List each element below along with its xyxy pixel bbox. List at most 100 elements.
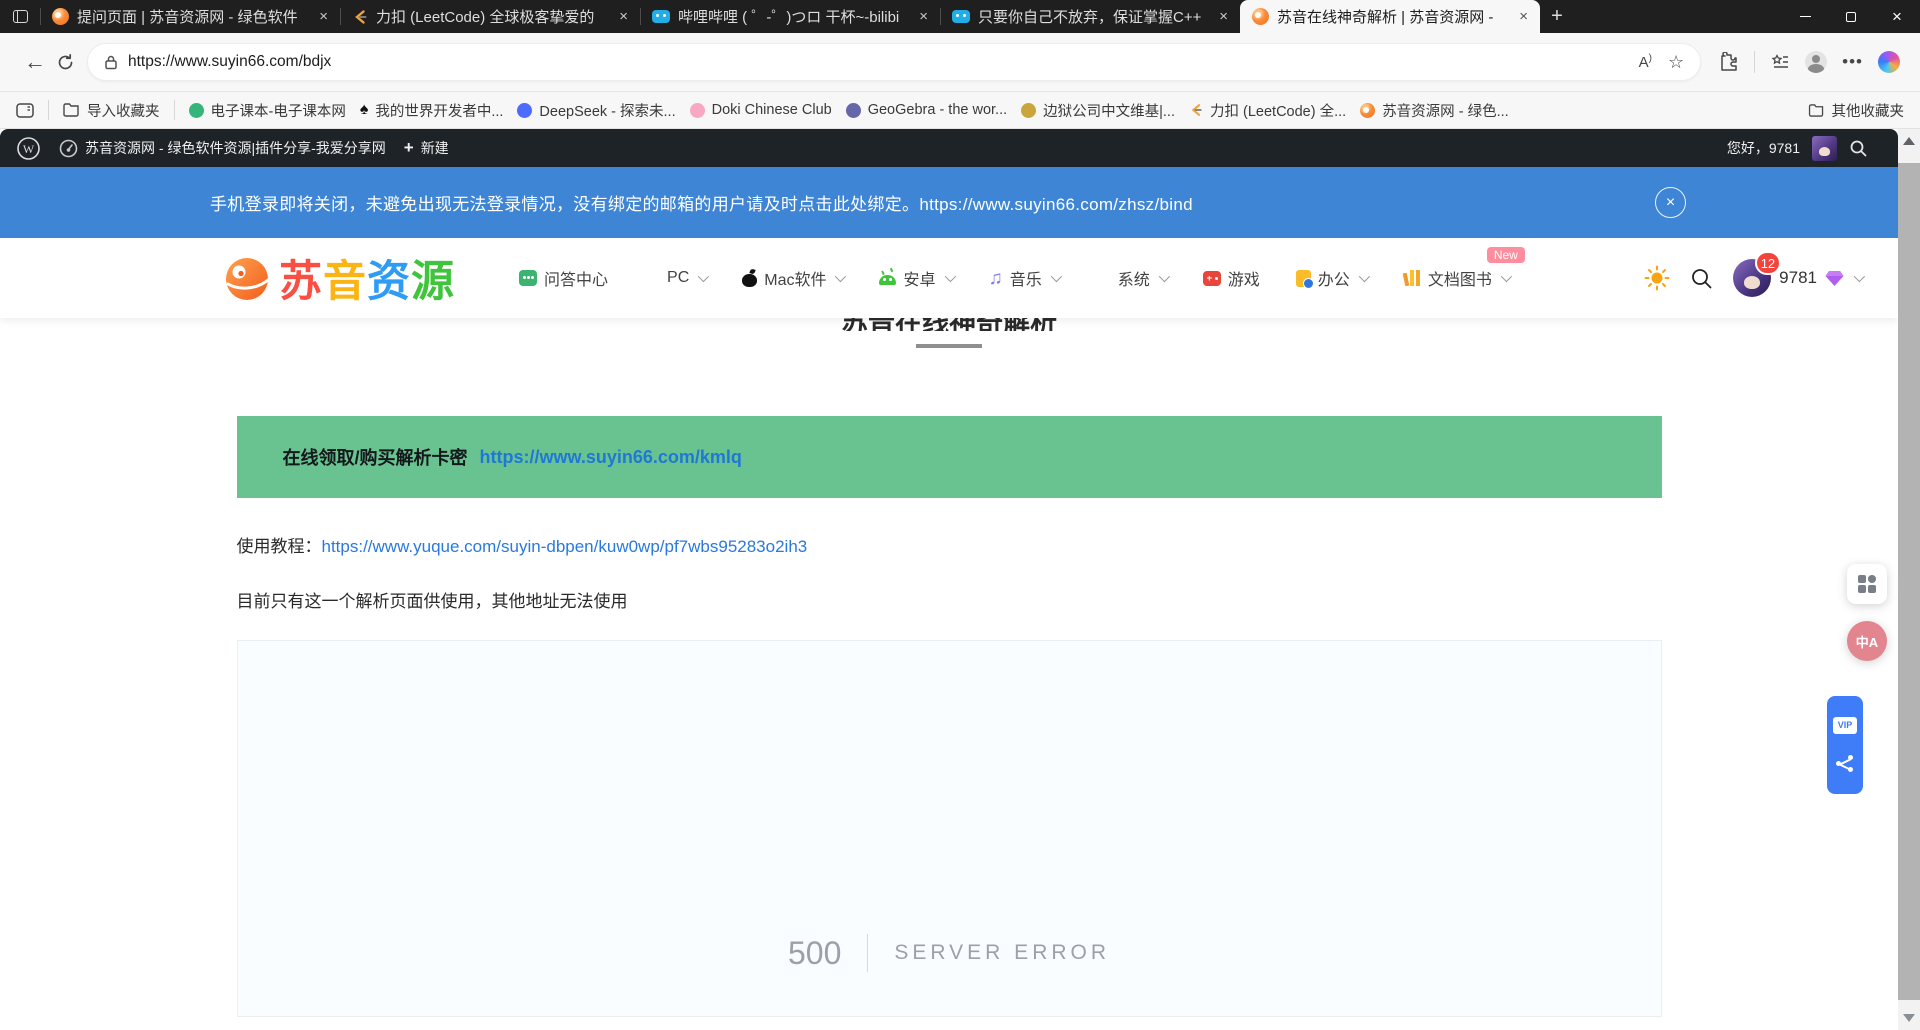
bookmarks-divider: [48, 100, 49, 120]
bookmark-item[interactable]: ♠ 我的世界开发者中...: [360, 100, 504, 121]
nav-item-android[interactable]: 安卓: [879, 266, 952, 290]
nav-label: PC: [667, 269, 689, 287]
back-button[interactable]: ←: [14, 49, 56, 75]
browser-tab-active[interactable]: 苏音在线神奇解析 | 苏音资源网 - ×: [1240, 0, 1540, 33]
browser-tab-1[interactable]: 提问页面 | 苏音资源网 - 绿色软件 ×: [40, 0, 340, 33]
notice-text: 手机登录即将关闭，未避免出现无法登录情况，没有绑定的邮箱的用户请及时点击此处绑定…: [210, 190, 1193, 215]
sidebar-panel-icon[interactable]: [16, 103, 34, 118]
bookmark-item[interactable]: DeepSeek - 探索未...: [517, 100, 675, 121]
share-icon[interactable]: [1836, 755, 1854, 773]
url-text[interactable]: https://www.suyin66.com/bdjx: [128, 53, 1629, 71]
bookmark-item[interactable]: Doki Chinese Club: [690, 102, 832, 118]
tab-close-icon[interactable]: ×: [1516, 8, 1531, 25]
tab-title: 苏音在线神奇解析 | 苏音资源网 -: [1277, 6, 1508, 27]
widget-grid-button[interactable]: [1847, 564, 1887, 604]
bookmark-item[interactable]: 苏音资源网 - 绿色...: [1360, 100, 1508, 121]
close-window-button[interactable]: ×: [1874, 0, 1920, 33]
wordpress-logo-icon[interactable]: W: [16, 136, 41, 161]
suyin-favicon-icon: [1252, 8, 1269, 25]
wp-avatar[interactable]: [1812, 136, 1837, 161]
theme-sun-icon[interactable]: [1644, 265, 1670, 291]
copilot-icon[interactable]: [1878, 51, 1900, 73]
site-logo[interactable]: 苏音资源: [220, 247, 455, 309]
nav-item-music[interactable]: ♫ 音乐: [989, 266, 1059, 290]
browser-tab-4[interactable]: 只要你自己不放弃，保证掌握C++ ×: [940, 0, 1240, 33]
vip-badge-icon[interactable]: VIP: [1833, 717, 1857, 734]
wp-admin-bar: W 苏音资源网 - 绿色软件资源|插件分享-我爱分享网 + 新建 您好，9781: [0, 129, 1898, 167]
nav-item-mac[interactable]: Mac软件: [742, 266, 843, 290]
new-tab-button[interactable]: +: [1540, 0, 1574, 33]
tab-close-icon[interactable]: ×: [916, 8, 931, 25]
tutorial-line: 使用教程：https://www.yuque.com/suyin-dbpen/k…: [237, 532, 1662, 557]
error-divider: [867, 934, 868, 972]
scrollbar-thumb[interactable]: [1898, 163, 1920, 1000]
tutorial-label: 使用教程：: [237, 537, 322, 556]
doki-favicon-icon: [690, 103, 705, 118]
windows-color-icon: [644, 270, 660, 286]
office-icon: [1296, 270, 1311, 287]
tutorial-link[interactable]: https://www.yuque.com/suyin-dbpen/kuw0wp…: [322, 537, 808, 556]
nav-item-system[interactable]: 系统: [1095, 266, 1167, 290]
wp-new-button[interactable]: + 新建: [404, 138, 449, 158]
user-menu[interactable]: 12 9781: [1733, 259, 1862, 297]
browser-profile-icon[interactable]: [1805, 51, 1827, 73]
bookmark-label: 我的世界开发者中...: [375, 100, 503, 121]
scroll-down-arrow-icon[interactable]: [1903, 1014, 1915, 1022]
web-page: W 苏音资源网 - 绿色软件资源|插件分享-我爱分享网 + 新建 您好，9781: [0, 129, 1898, 1030]
refresh-button[interactable]: [56, 53, 75, 72]
translate-button[interactable]: 中A: [1847, 621, 1887, 661]
chat-icon: [519, 270, 537, 286]
user-name: 9781: [1779, 268, 1817, 288]
read-aloud-icon[interactable]: A): [1639, 53, 1652, 71]
workspaces-icon[interactable]: [0, 0, 40, 33]
promo-label: 在线领取/购买解析卡密: [283, 444, 468, 470]
import-favorites-button[interactable]: 导入收藏夹: [63, 100, 160, 121]
site-header: 苏音资源 问答中心 PC Mac软件 安卓: [0, 238, 1898, 318]
wp-site-menu[interactable]: 苏音资源网 - 绿色软件资源|插件分享-我爱分享网: [59, 138, 386, 158]
promo-link[interactable]: https://www.suyin66.com/kmlq: [480, 447, 742, 468]
favorites-hub-icon[interactable]: [1770, 53, 1790, 71]
browser-toolbar: ← https://www.suyin66.com/bdjx A) ☆ •••: [0, 33, 1920, 92]
tab-close-icon[interactable]: ×: [616, 8, 631, 25]
scroll-up-arrow-icon[interactable]: [1903, 137, 1915, 145]
chevron-down-icon: [1359, 271, 1370, 282]
gauge-icon: [59, 139, 78, 158]
gamepad-icon: [1203, 271, 1221, 286]
chevron-down-icon: [835, 271, 846, 282]
geogebra-favicon-icon: [846, 103, 861, 118]
favorite-star-icon[interactable]: ☆: [1668, 52, 1684, 73]
notice-link[interactable]: https://www.suyin66.com/zhsz/bind: [919, 195, 1193, 214]
bookmark-item[interactable]: 电子课本-电子课本网: [189, 100, 346, 121]
workspace-glyph-icon: [13, 10, 28, 23]
bookmark-item[interactable]: GeoGebra - the wor...: [846, 102, 1007, 118]
browser-tab-2[interactable]: 力扣 (LeetCode) 全球极客挚爱的 ×: [340, 0, 640, 33]
nav-item-office[interactable]: 办公: [1296, 266, 1367, 290]
site-search-icon[interactable]: [1690, 267, 1713, 290]
nav-label: 问答中心: [544, 266, 608, 290]
nav-item-pc[interactable]: PC: [644, 269, 706, 287]
bookmark-item[interactable]: 力扣 (LeetCode) 全...: [1189, 100, 1346, 121]
settings-menu-icon[interactable]: •••: [1842, 52, 1863, 72]
bookmark-label: Doki Chinese Club: [712, 102, 832, 118]
bookmark-item[interactable]: 边狱公司中文维基|...: [1021, 100, 1175, 121]
bilibili-favicon-icon: [952, 10, 970, 23]
tab-close-icon[interactable]: ×: [316, 8, 331, 25]
maximize-icon: [1846, 12, 1856, 22]
tab-close-icon[interactable]: ×: [1216, 8, 1231, 25]
bookmark-label: 其他收藏夹: [1832, 100, 1905, 121]
other-favorites-button[interactable]: 其他收藏夹: [1808, 100, 1905, 121]
page-scrollbar[interactable]: [1898, 129, 1920, 1030]
user-avatar[interactable]: 12: [1733, 259, 1771, 297]
address-bar[interactable]: https://www.suyin66.com/bdjx A) ☆: [87, 43, 1701, 81]
banner-close-button[interactable]: ×: [1655, 187, 1686, 218]
nav-item-docs[interactable]: 文档图书 New: [1403, 266, 1509, 290]
extensions-puzzle-icon[interactable]: [1719, 52, 1739, 72]
wp-greeting[interactable]: 您好，9781: [1727, 138, 1800, 158]
minimize-button[interactable]: [1782, 0, 1828, 33]
nav-item-qa[interactable]: 问答中心: [519, 266, 608, 290]
wp-search-icon[interactable]: [1849, 139, 1868, 158]
parser-iframe: 500 SERVER ERROR: [237, 640, 1662, 1017]
nav-item-games[interactable]: 游戏: [1203, 266, 1260, 290]
maximize-button[interactable]: [1828, 0, 1874, 33]
browser-tab-3[interactable]: 哔哩哔哩 ( ゜-゜)つロ 干杯~-bilibi ×: [640, 0, 940, 33]
